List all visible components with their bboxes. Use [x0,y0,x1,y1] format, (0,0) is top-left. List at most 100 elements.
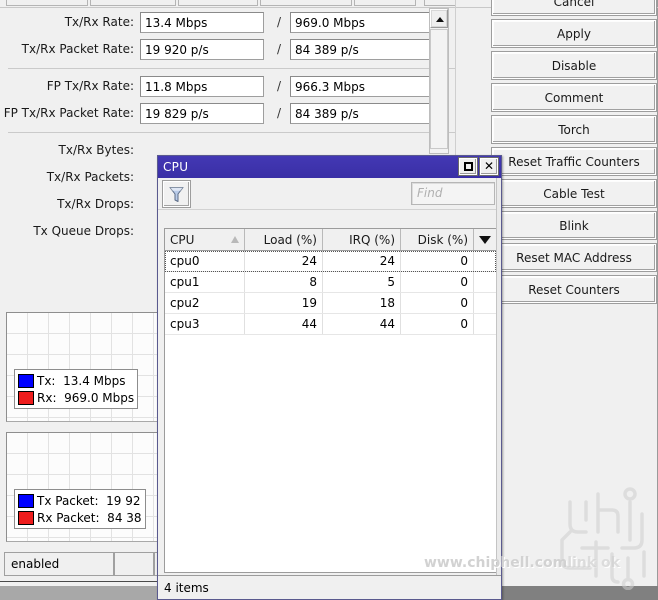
label-tx-rx-bytes: Tx/Rx Bytes: [58,143,134,157]
status-field-state: enabled [4,552,114,576]
input-tx-rate[interactable]: 13.4 Mbps [140,12,264,33]
cpu-table-scrollbar[interactable] [496,178,501,575]
maximize-icon [463,162,473,171]
input-fp-tx-rate[interactable]: 11.8 Mbps [140,76,264,97]
column-header-irq[interactable]: IRQ (%) [323,229,401,250]
legend-item-tx: Tx: 13.4 Mbps [18,372,134,389]
label-tx-rx-rate: Tx/Rx Rate: [64,15,134,29]
cell-disk: 0 [401,251,474,271]
button-torch[interactable]: Torch [492,116,656,143]
close-icon: ✕ [483,159,495,173]
cell-disk: 0 [401,272,474,292]
cpu-table-header: CPU Load (%) IRQ (%) Disk (%) [165,229,496,251]
button-cancel[interactable]: Cancel [492,0,656,15]
cell-cpu: cpu0 [165,251,245,271]
find-input[interactable]: Find [411,182,495,205]
field-row-fp-tx-rx-packet-rate: FP Tx/Rx Packet Rate: 19 829 p/s / 84 38… [0,100,472,127]
button-reset-counters[interactable]: Reset Counters [492,276,656,303]
cell-load: 8 [245,272,323,292]
legend-label-rx-packet: Rx Packet: 84 38 [37,510,142,525]
input-fp-tx-packet-rate[interactable]: 19 829 p/s [140,103,264,124]
column-header-load[interactable]: Load (%) [245,229,323,250]
cell-irq: 5 [323,272,401,292]
form-separator [8,68,456,69]
input-rx-packet-rate[interactable]: 84 389 p/s [290,39,430,60]
cell-filler [474,251,496,271]
column-header-disk[interactable]: Disk (%) [401,229,474,250]
cell-disk: 0 [401,293,474,313]
scrollbar-thumb[interactable] [430,29,448,149]
cpu-window-title: CPU [163,160,189,174]
label-fp-tx-rx-rate: FP Tx/Rx Rate: [46,79,134,93]
cell-cpu: cpu1 [165,272,245,292]
button-apply[interactable]: Apply [492,20,656,47]
separator-fp-tx-rx-rate: / [277,79,282,93]
tx-packet-color-swatch [18,493,34,508]
field-row-tx-rx-rate: Tx/Rx Rate: 13.4 Mbps / 969.0 Mbps [0,9,472,36]
cpu-window: CPU ✕ Find CPU Load (%) IRQ (%) Disk (%)… [157,155,502,600]
legend-item-tx-packet: Tx Packet: 19 92 [18,492,142,509]
label-tx-rx-packets: Tx/Rx Packets: [46,170,134,184]
button-disable[interactable]: Disable [492,52,656,79]
separator-tx-rx-packet-rate: / [277,42,282,56]
label-tx-queue-drops: Tx Queue Drops: [33,224,134,238]
column-header-cpu[interactable]: CPU [165,229,245,250]
cpu-toolbar: Find [158,178,501,210]
tab-stub-1[interactable] [6,0,88,6]
cell-irq: 44 [323,314,401,334]
legend-item-rx-packet: Rx Packet: 84 38 [18,509,142,526]
dialog-button-column: Cancel Apply Disable Comment Torch Reset… [492,0,658,308]
form-separator-wrap-2 [0,127,472,137]
table-row[interactable]: cpu2 19 18 0 [165,293,496,314]
rate-graph: Tx: 13.4 Mbps Rx: 969.0 Mbps [6,312,158,422]
cell-filler [474,314,496,334]
cell-load: 44 [245,314,323,334]
tab-stub-6[interactable] [424,0,456,6]
legend-label-rx: Rx: 969.0 Mbps [37,390,135,405]
cell-irq: 18 [323,293,401,313]
cell-irq: 24 [323,251,401,271]
tab-stub-2[interactable] [90,0,176,6]
table-row[interactable]: cpu1 8 5 0 [165,272,496,293]
funnel-icon [169,186,184,202]
input-rx-rate[interactable]: 969.0 Mbps [290,12,430,33]
tab-stub-4[interactable] [260,0,352,6]
cell-cpu: cpu3 [165,314,245,334]
input-tx-packet-rate[interactable]: 19 920 p/s [140,39,264,60]
cpu-table: CPU Load (%) IRQ (%) Disk (%) cpu0 24 24… [164,228,497,573]
field-row-tx-rx-packet-rate: Tx/Rx Packet Rate: 19 920 p/s / 84 389 p… [0,36,472,63]
cell-load: 24 [245,251,323,271]
label-fp-tx-rx-packet-rate: FP Tx/Rx Packet Rate: [3,106,134,120]
rx-packet-color-swatch [18,510,34,525]
legend-item-rx: Rx: 969.0 Mbps [18,389,134,406]
table-row[interactable]: cpu0 24 24 0 [165,251,496,272]
cell-filler [474,293,496,313]
cell-load: 19 [245,293,323,313]
button-reset-traffic-counters[interactable]: Reset Traffic Counters [492,148,656,175]
close-button[interactable]: ✕ [480,158,498,175]
scroll-up-arrow-glyph [436,17,444,22]
packet-rate-graph-legend: Tx Packet: 19 92 Rx Packet: 84 38 [14,489,146,529]
button-blink[interactable]: Blink [492,212,656,239]
button-cable-test[interactable]: Cable Test [492,180,656,207]
table-row[interactable]: cpu3 44 44 0 [165,314,496,335]
button-reset-mac-address[interactable]: Reset MAC Address [492,244,656,271]
form-separator-2 [8,132,456,133]
field-row-fp-tx-rx-rate: FP Tx/Rx Rate: 11.8 Mbps / 966.3 Mbps [0,73,472,100]
cell-cpu: cpu2 [165,293,245,313]
tab-stub-5[interactable] [354,0,416,6]
cpu-window-titlebar[interactable]: CPU ✕ [158,156,501,178]
input-fp-rx-packet-rate[interactable]: 84 389 p/s [290,103,430,124]
screen: Tx/Rx Rate: 13.4 Mbps / 969.0 Mbps Tx/Rx… [0,0,658,600]
maximize-button[interactable] [459,158,477,175]
tab-stub-3[interactable] [178,0,258,6]
column-chooser-button[interactable] [474,229,496,250]
packet-rate-graph: Tx Packet: 19 92 Rx Packet: 84 38 [6,432,158,542]
form-scrollbar[interactable] [429,8,449,154]
scroll-up-arrow-icon[interactable] [430,9,448,28]
legend-label-tx: Tx: 13.4 Mbps [37,373,126,388]
input-fp-rx-rate[interactable]: 966.3 Mbps [290,76,430,97]
status-field-second [114,552,154,576]
filter-button[interactable] [163,181,190,207]
button-comment[interactable]: Comment [492,84,656,111]
